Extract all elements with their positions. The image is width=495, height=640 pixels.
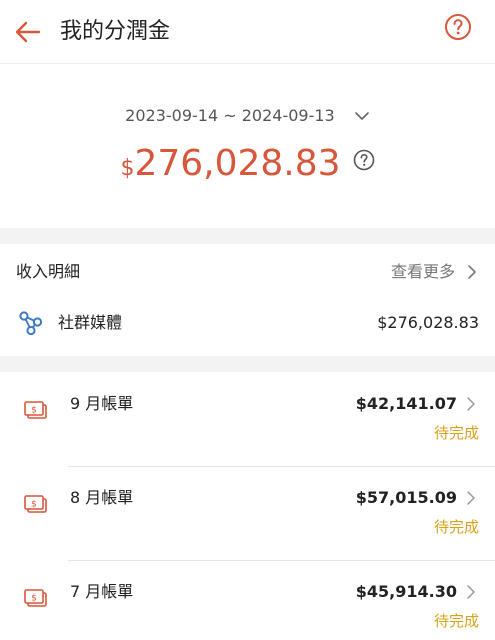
date-range-text: 2023-09-14 ~ 2024-09-13 bbox=[125, 106, 335, 125]
app-header: 我的分潤金 bbox=[0, 0, 495, 64]
date-range-selector[interactable]: 2023-09-14 ~ 2024-09-13 bbox=[0, 104, 495, 128]
svg-text:$: $ bbox=[31, 594, 37, 604]
back-arrow-icon[interactable] bbox=[12, 16, 44, 48]
bill-money-icon: $ bbox=[24, 589, 47, 607]
chevron-down-icon bbox=[355, 112, 369, 120]
currency-symbol: $ bbox=[120, 156, 135, 181]
list-item[interactable]: $ 9 月帳單 $42,141.07 待完成 bbox=[0, 372, 495, 466]
svg-text:$: $ bbox=[31, 500, 37, 510]
bill-money-icon: $ bbox=[24, 401, 47, 419]
help-icon[interactable] bbox=[353, 149, 375, 171]
social-media-label: 社群媒體 bbox=[58, 313, 123, 332]
bill-amount: $45,914.30 bbox=[355, 582, 457, 601]
income-details-label: 收入明細 bbox=[16, 262, 81, 281]
svg-text:$: $ bbox=[31, 406, 37, 416]
bill-money-icon: $ bbox=[24, 495, 47, 513]
page-title: 我的分潤金 bbox=[60, 19, 171, 44]
bill-name: 8 月帳單 bbox=[70, 488, 134, 507]
list-item[interactable]: $ 8 月帳單 $57,015.09 待完成 bbox=[0, 466, 495, 560]
chevron-right-icon bbox=[467, 397, 475, 411]
chevron-right-icon bbox=[467, 585, 475, 599]
chevron-right-icon bbox=[467, 491, 475, 505]
bill-status-badge: 待完成 bbox=[433, 518, 479, 536]
section-divider bbox=[0, 228, 495, 244]
bill-amount: $42,141.07 bbox=[355, 394, 457, 413]
social-media-amount: $276,028.83 bbox=[377, 313, 479, 332]
bill-status-badge: 待完成 bbox=[433, 424, 479, 442]
bill-name: 7 月帳單 bbox=[70, 582, 134, 601]
bill-status-badge: 待完成 bbox=[433, 612, 479, 630]
income-details-section: 收入明細 查看更多 社群媒體 $276,028.83 bbox=[0, 244, 495, 356]
social-media-icon bbox=[19, 311, 43, 336]
chevron-right-icon[interactable] bbox=[465, 264, 479, 280]
bill-amount: $57,015.09 bbox=[355, 488, 457, 507]
see-more-link[interactable]: 查看更多 bbox=[391, 260, 455, 284]
help-icon[interactable] bbox=[444, 13, 472, 41]
total-amount-value: 276,028.83 bbox=[134, 143, 341, 184]
list-item[interactable]: $ 7 月帳單 $45,914.30 待完成 bbox=[0, 560, 495, 640]
earnings-summary: 2023-09-14 ~ 2024-09-13 $276,028.83 bbox=[0, 64, 495, 228]
section-divider bbox=[0, 356, 495, 372]
bill-name: 9 月帳單 bbox=[70, 394, 134, 413]
total-amount: $276,028.83 bbox=[0, 136, 495, 192]
bills-list: $ 9 月帳單 $42,141.07 待完成 $ 8 月帳單 $57,015.0… bbox=[0, 372, 495, 640]
